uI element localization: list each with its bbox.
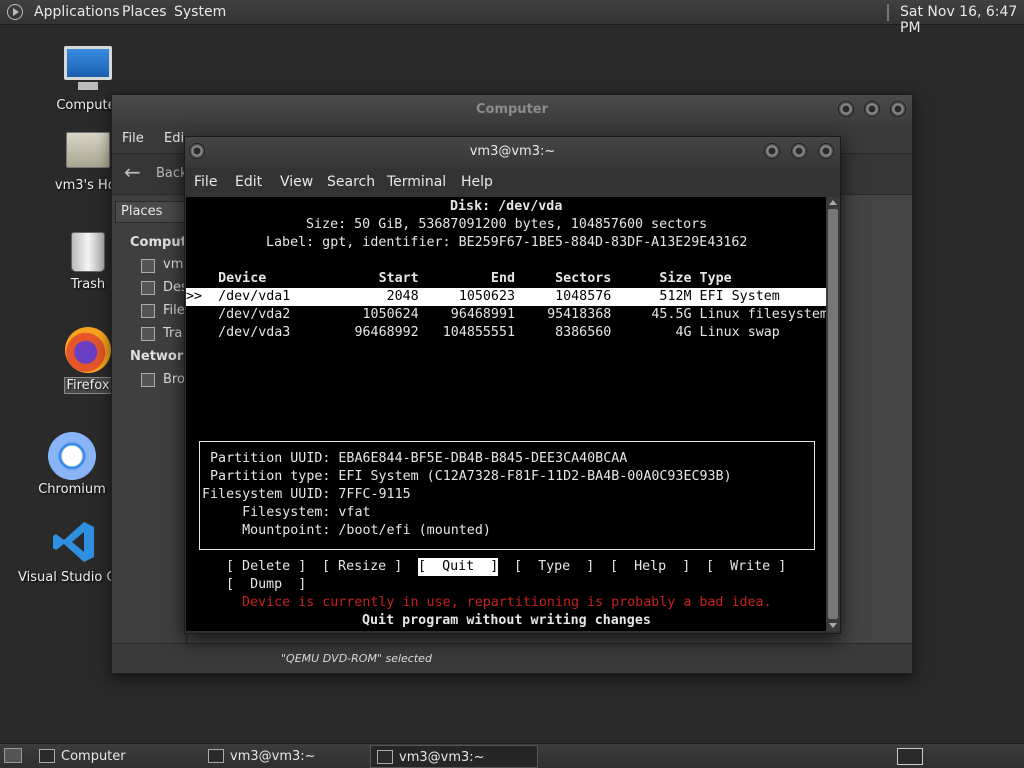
menu-terminal[interactable]: Terminal: [387, 174, 446, 190]
clock[interactable]: Sat Nov 16, 6:47 PM: [900, 4, 1024, 36]
size-line: Size: 50 GiB, 53687091200 bytes, 1048576…: [306, 217, 708, 232]
scroll-down-arrow-icon[interactable]: [829, 623, 837, 628]
sidebar-item-browse-network[interactable]: Bro: [163, 372, 185, 387]
maximize-button[interactable]: [791, 143, 807, 159]
partition-row[interactable]: /dev/vda3 96468992 104855551 8386560 4G …: [186, 324, 780, 342]
desktop-icon-label: Firefox: [64, 377, 112, 394]
places-menu[interactable]: Places: [122, 4, 167, 20]
trash-icon: [71, 232, 105, 272]
desktop-icon-chromium[interactable]: Chromium: [22, 430, 122, 500]
minimize-button[interactable]: [764, 143, 780, 159]
back-arrow-icon[interactable]: ←: [124, 160, 141, 184]
close-button[interactable]: [890, 101, 906, 117]
computer-stand: [78, 82, 98, 90]
terminal-scrollbar[interactable]: [826, 197, 840, 631]
menu-edit[interactable]: Edit: [235, 174, 262, 190]
computer-icon: [39, 749, 55, 763]
window-title: vm3@vm3:~: [469, 144, 556, 159]
status-text: "QEMU DVD-ROM" selected: [281, 652, 432, 665]
menu-view[interactable]: View: [280, 174, 313, 190]
info-line: Partition UUID: EBA6E844-BF5E-DB4B-B845-…: [202, 451, 628, 466]
write-button[interactable]: [ Write ]: [706, 558, 786, 576]
taskbar-item-label: Computer: [61, 749, 126, 764]
terminal-screen[interactable]: Disk: /dev/vda Size: 50 GiB, 53687091200…: [186, 197, 828, 631]
menu-edit[interactable]: Edi: [164, 131, 184, 146]
partition-row-selected[interactable]: >> /dev/vda1 2048 1050623 1048576 512M E…: [186, 288, 826, 306]
menu-search[interactable]: Search: [327, 174, 375, 190]
desktop-icon-label: Visual Studio Co: [18, 570, 118, 585]
window-titlebar[interactable]: vm3@vm3:~: [185, 137, 840, 167]
back-button-label[interactable]: Back: [156, 166, 188, 181]
info-line: Filesystem UUID: 7FFC-9115: [202, 487, 411, 502]
terminal-icon: [377, 750, 393, 764]
resize-button[interactable]: [ Resize ]: [322, 558, 402, 576]
vscode-icon: [53, 522, 94, 562]
scroll-up-arrow-icon[interactable]: [829, 200, 837, 205]
taskbar-item-computer[interactable]: Computer: [33, 745, 198, 768]
quit-button[interactable]: [ Quit ]: [418, 558, 499, 576]
trash-icon: [141, 327, 155, 341]
firefox-icon: [65, 327, 111, 373]
window-title: Computer: [475, 102, 549, 117]
desktop-icon-label: Chromium: [38, 482, 106, 497]
chromium-icon: [48, 432, 96, 480]
window-titlebar[interactable]: Computer: [112, 95, 912, 125]
sidebar: Places Compute vm3 Des File Tra Network …: [112, 195, 196, 645]
close-button[interactable]: [818, 143, 834, 159]
info-line: Partition type: EFI System (C12A7328-F81…: [202, 469, 732, 484]
menu-file[interactable]: File: [194, 174, 217, 190]
terminal-menubar: File Edit View Search Terminal Help: [185, 167, 840, 197]
bottom-panel: Computer vm3@vm3:~ vm3@vm3:~: [0, 743, 1024, 768]
warning-message: Device is currently in use, repartitioni…: [242, 595, 772, 610]
disk-line: Disk: /dev/vda: [450, 199, 563, 214]
system-menu[interactable]: System: [174, 4, 226, 20]
places-selector[interactable]: Places: [115, 201, 187, 223]
hint-line: Quit program without writing changes: [362, 613, 651, 628]
top-panel: Applications Places System Sat Nov 16, 6…: [0, 0, 1024, 36]
delete-button[interactable]: [ Delete ]: [226, 558, 306, 576]
computer-icon: [64, 46, 112, 80]
maximize-button[interactable]: [864, 101, 880, 117]
desktop-icon-vscode[interactable]: Visual Studio Co: [18, 518, 122, 588]
type-button[interactable]: [ Type ]: [514, 558, 594, 576]
applications-menu[interactable]: Applications: [34, 4, 120, 20]
dump-button[interactable]: [ Dump ]: [226, 576, 306, 594]
help-button[interactable]: [ Help ]: [610, 558, 690, 576]
home-folder-icon: [66, 132, 110, 168]
scrollbar-thumb[interactable]: [828, 209, 838, 619]
panel-separator: [887, 4, 889, 21]
filesystem-icon: [141, 304, 155, 318]
sidebar-section-network: Network: [130, 349, 192, 364]
sidebar-item-trash[interactable]: Tra: [163, 326, 182, 341]
terminal-icon: [208, 749, 224, 763]
sidebar-item-filesystem[interactable]: File: [163, 303, 185, 318]
minimize-button[interactable]: [838, 101, 854, 117]
network-icon: [141, 373, 155, 387]
taskbar-item-terminal-active[interactable]: vm3@vm3:~: [370, 745, 538, 768]
distro-logo-icon[interactable]: [7, 4, 23, 20]
terminal-window: vm3@vm3:~ File Edit View Search Terminal…: [184, 136, 841, 634]
info-line: Mountpoint: /boot/efi (mounted): [202, 523, 491, 538]
desktop-icon: [141, 281, 155, 295]
partition-row[interactable]: /dev/vda2 1050624 96468991 95418368 45.5…: [186, 306, 828, 324]
taskbar-item-label: vm3@vm3:~: [399, 750, 485, 765]
menu-help[interactable]: Help: [461, 174, 493, 190]
workspace-switcher[interactable]: [897, 748, 923, 765]
label-line: Label: gpt, identifier: BE259F67-1BE5-88…: [266, 235, 748, 250]
menu-file[interactable]: File: [122, 131, 144, 146]
home-icon: [141, 259, 155, 273]
statusbar: "QEMU DVD-ROM" selected: [112, 643, 912, 673]
table-header: Device Start End Sectors Size Type: [186, 271, 732, 286]
show-desktop-icon[interactable]: [4, 748, 22, 763]
taskbar-item-terminal[interactable]: vm3@vm3:~: [202, 745, 366, 768]
taskbar-item-label: vm3@vm3:~: [230, 749, 316, 764]
info-line: Filesystem: vfat: [202, 505, 371, 520]
